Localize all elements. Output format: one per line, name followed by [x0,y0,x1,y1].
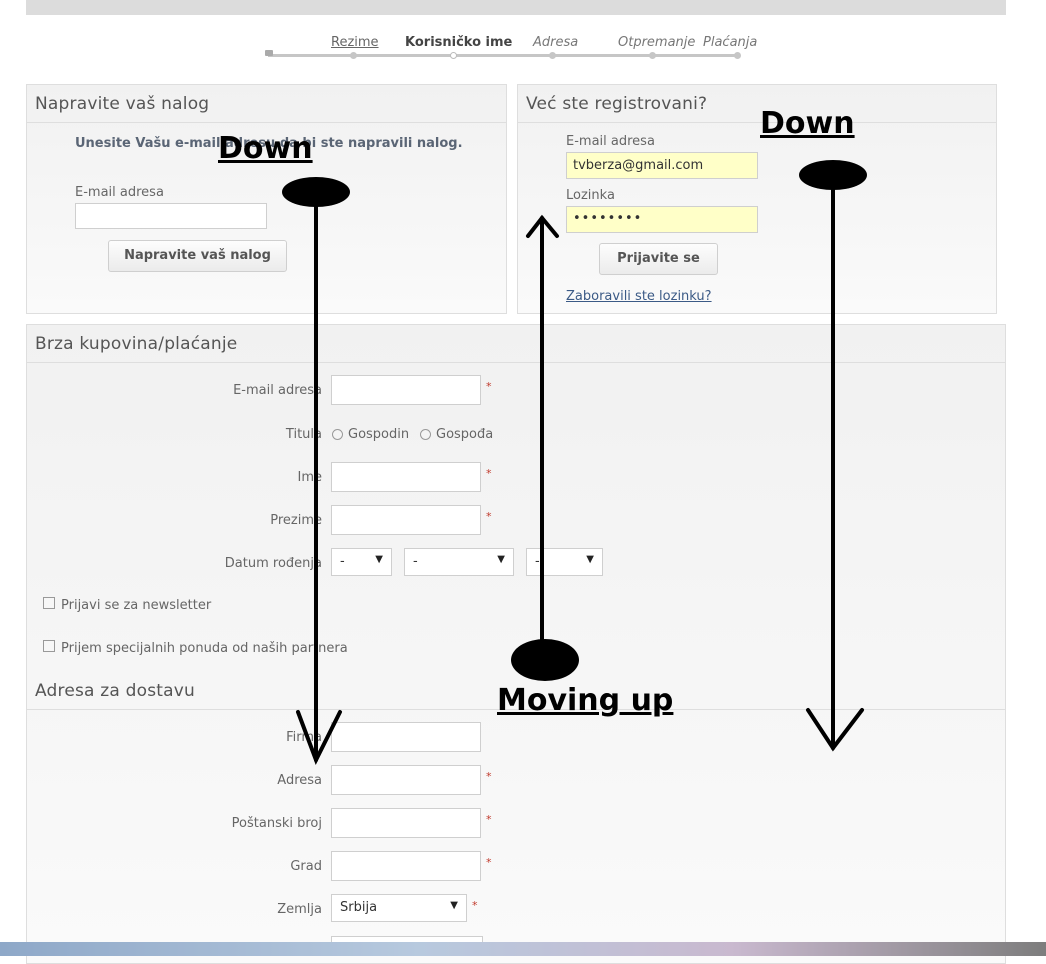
annotation-overlay [282,160,867,765]
os-taskbar [0,942,1046,956]
marker-dot-right [799,160,867,190]
annotation-down-right: Down [760,106,855,141]
marker-dot-left [282,177,350,207]
annotation-down-left: Down [218,131,313,166]
arrow-down-left-head [296,710,342,765]
marker-dot-middle [511,639,579,681]
annotation-moving-up: Moving up [497,683,674,718]
